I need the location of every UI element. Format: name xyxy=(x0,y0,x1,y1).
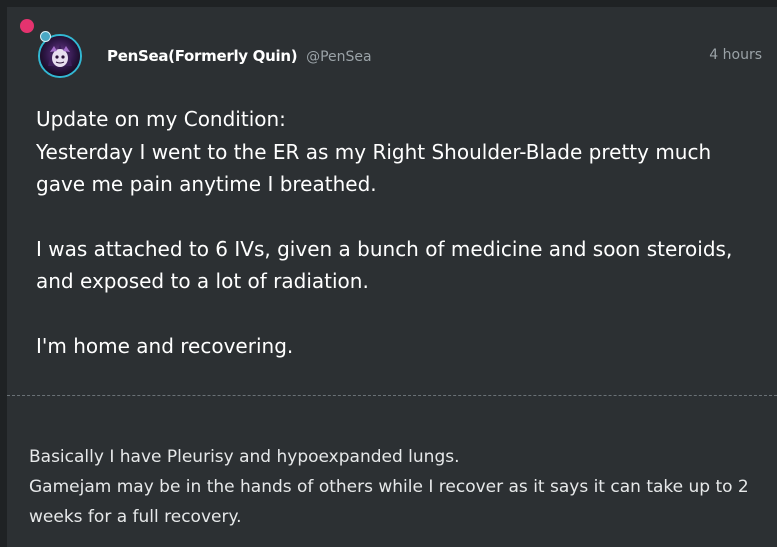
post-note-line: Gamejam may be in the hands of others wh… xyxy=(29,477,749,527)
author-name[interactable]: PenSea(Formerly Quin) xyxy=(107,47,298,65)
status-badge-icon xyxy=(40,31,51,42)
author-line: PenSea(Formerly Quin) @PenSea xyxy=(107,45,372,68)
post-body-line: I'm home and recovering. xyxy=(36,333,294,358)
post-card: PenSea(Formerly Quin) @PenSea 4 hours Up… xyxy=(7,7,777,547)
dashed-divider xyxy=(7,395,777,396)
post-body-line: I was attached to 6 IVs, given a bunch o… xyxy=(36,236,733,294)
unread-indicator-icon xyxy=(20,19,34,33)
post-body-line: Yesterday I went to the ER as my Right S… xyxy=(36,139,712,197)
post-timestamp[interactable]: 4 hours xyxy=(709,47,762,63)
avatar-image xyxy=(40,36,80,76)
post-note: Basically I have Pleurisy and hypoexpand… xyxy=(29,442,769,532)
author-handle[interactable]: @PenSea xyxy=(306,49,372,65)
post-body: Update on my Condition: Yesterday I went… xyxy=(36,103,766,362)
post-body-line: Update on my Condition: xyxy=(36,107,286,131)
post-note-line: Basically I have Pleurisy and hypoexpand… xyxy=(29,447,460,467)
